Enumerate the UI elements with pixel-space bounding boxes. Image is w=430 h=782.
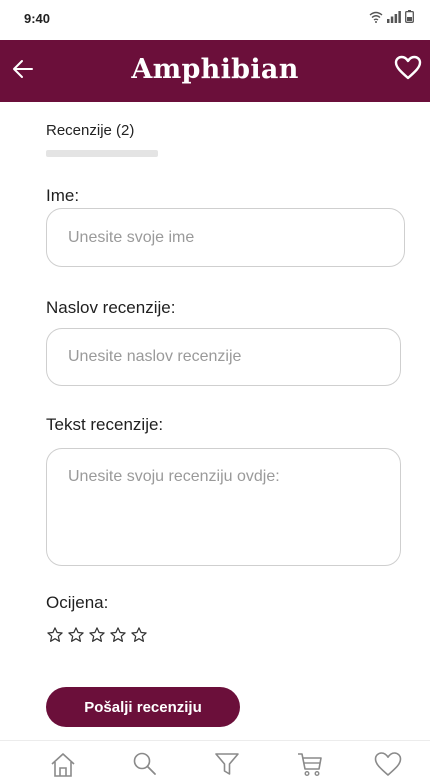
wifi-icon bbox=[369, 11, 383, 23]
review-text-input[interactable] bbox=[46, 448, 401, 566]
submit-review-button[interactable]: Pošalji recenziju bbox=[46, 687, 240, 727]
review-text-label: Tekst recenzije: bbox=[46, 415, 164, 434]
name-input[interactable] bbox=[46, 208, 405, 267]
star-icon[interactable] bbox=[88, 626, 106, 649]
bottom-nav bbox=[0, 740, 430, 782]
filter-icon bbox=[213, 751, 241, 782]
nav-filter[interactable] bbox=[209, 751, 245, 781]
nav-search[interactable] bbox=[127, 751, 163, 781]
cart-icon bbox=[296, 751, 324, 782]
nav-cart[interactable] bbox=[292, 751, 328, 781]
star-icon[interactable] bbox=[67, 626, 85, 649]
signal-icon bbox=[387, 11, 401, 23]
status-time: 9:40 bbox=[24, 11, 51, 26]
star-icon[interactable] bbox=[130, 626, 148, 649]
tab-indicator bbox=[46, 150, 158, 157]
search-icon bbox=[131, 751, 159, 782]
star-rating bbox=[46, 626, 148, 649]
review-title-label: Naslov recenzije: bbox=[46, 298, 176, 317]
rating-label: Ocijena: bbox=[46, 593, 109, 612]
star-icon[interactable] bbox=[109, 626, 127, 649]
heart-icon bbox=[394, 55, 422, 86]
battery-icon bbox=[405, 10, 414, 23]
home-icon bbox=[49, 751, 77, 782]
favorite-button[interactable] bbox=[388, 50, 428, 90]
name-label: Ime: bbox=[46, 186, 80, 205]
nav-favorites[interactable] bbox=[370, 751, 406, 781]
page-title: Amphibian bbox=[131, 54, 299, 85]
star-icon[interactable] bbox=[46, 626, 64, 649]
app-bar: Amphibian bbox=[0, 40, 430, 102]
status-bar: 9:40 bbox=[0, 0, 430, 40]
heart-icon bbox=[373, 751, 403, 782]
status-icons bbox=[369, 10, 414, 23]
reviews-tab[interactable]: Recenzije (2) bbox=[46, 122, 134, 139]
nav-home[interactable] bbox=[45, 751, 81, 781]
review-title-input[interactable] bbox=[46, 328, 401, 386]
